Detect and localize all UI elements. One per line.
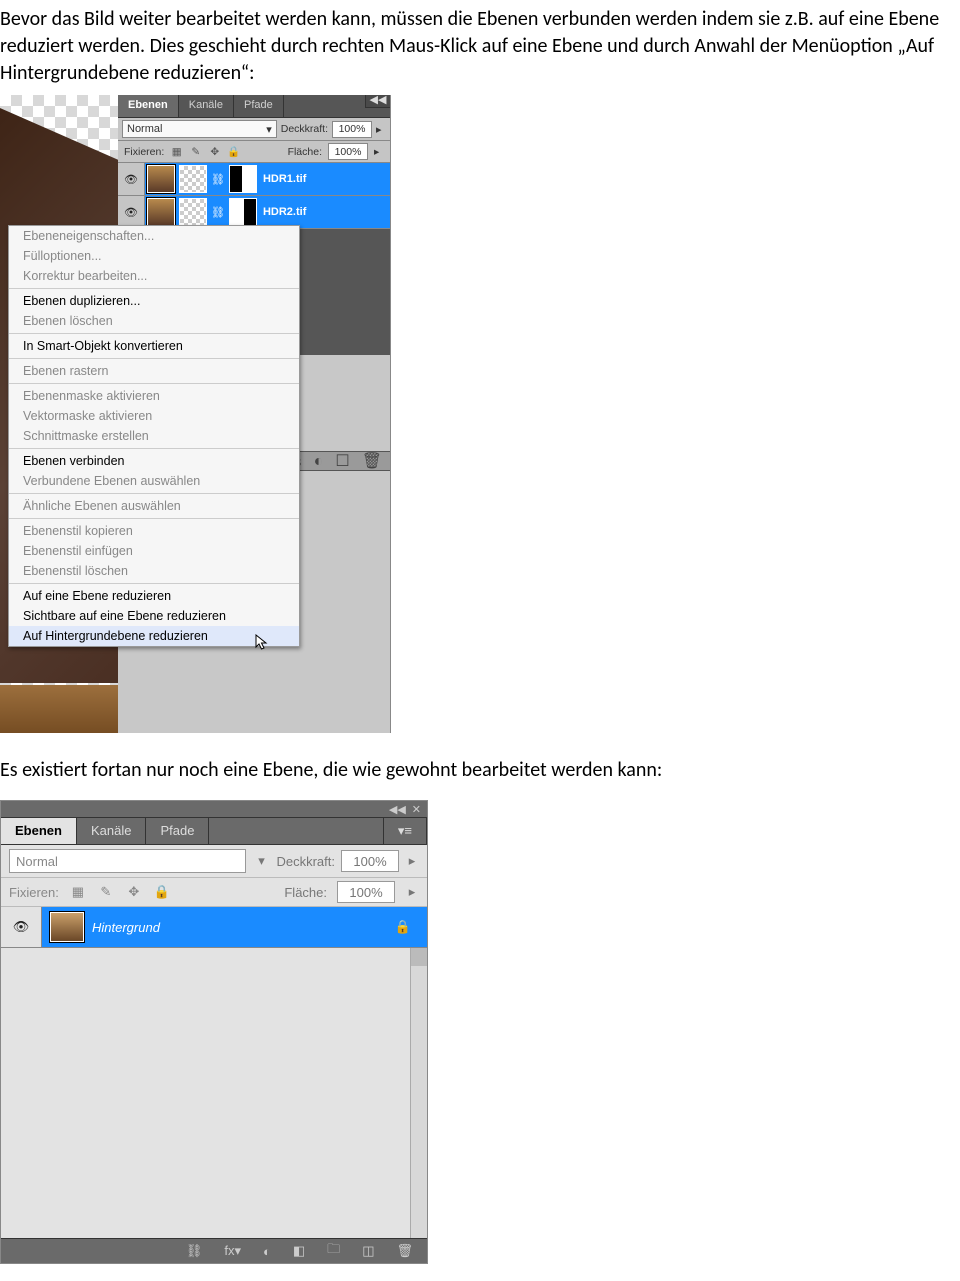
tab-channels[interactable]: Kanäle [77, 818, 146, 844]
folder-icon[interactable]: 🗀 [327, 1240, 340, 1262]
menu-item[interactable]: Ebenen rastern [9, 361, 299, 381]
trash-icon[interactable]: 🗑 [396, 1243, 413, 1259]
icon[interactable]: ☐ [335, 451, 349, 471]
chevron-down-icon[interactable]: ▾ [252, 853, 270, 869]
menu-item[interactable]: Ebenen verbinden [9, 451, 299, 471]
blend-mode-select[interactable]: Normal ▾ [122, 120, 277, 138]
link-icon: ⛓ [211, 206, 225, 219]
lock-all-icon[interactable]: 🔒 [153, 883, 171, 901]
fx-icon[interactable]: fx▾ [224, 1243, 241, 1259]
fill-input[interactable]: 100% [337, 881, 395, 903]
lock-transparency-icon[interactable]: ▦ [69, 883, 87, 901]
menu-item[interactable]: Sichtbare auf eine Ebene reduzieren [9, 606, 299, 626]
arrow-icon[interactable]: ▸ [405, 884, 419, 900]
visibility-toggle-icon[interactable]: 👁 [1, 907, 42, 947]
outro-paragraph: Es existiert fortan nur noch eine Ebene,… [0, 758, 960, 782]
layer-name[interactable]: Hintergrund [92, 920, 395, 935]
lock-position-icon[interactable]: ✥ [208, 145, 221, 158]
image-content-floor [0, 685, 118, 733]
layers-empty-area [1, 948, 427, 1238]
layer-row-background[interactable]: 👁 Hintergrund 🔒 [1, 907, 427, 948]
fill-arrow-icon[interactable]: ▸ [374, 146, 384, 158]
menu-item[interactable]: Ebenenmaske aktivieren [9, 386, 299, 406]
menu-item[interactable]: Ebenenstil einfügen [9, 541, 299, 561]
layer-name[interactable]: HDR1.tif [263, 173, 306, 185]
opacity-label: Deckkraft: [281, 123, 328, 135]
opacity-label: Deckkraft: [276, 854, 335, 869]
trash-icon[interactable]: 🗑 [362, 451, 382, 471]
icon[interactable]: ◐ [314, 452, 324, 471]
visibility-toggle-icon[interactable]: 👁 [118, 196, 145, 228]
scrollbar[interactable] [410, 948, 427, 1238]
layer-thumbnail[interactable] [50, 912, 84, 942]
adjustment-icon[interactable]: ◧ [293, 1243, 305, 1259]
lock-all-icon[interactable]: 🔒 [227, 145, 240, 158]
lock-position-icon[interactable]: ✥ [125, 883, 143, 901]
lock-label: Fixieren: [124, 146, 164, 158]
arrow-icon[interactable]: ▸ [405, 853, 419, 869]
collapse-panel-button[interactable]: ◀◀ [365, 95, 390, 108]
layer-thumbnail[interactable] [147, 165, 175, 193]
link-icon[interactable]: ⛓ [186, 1243, 203, 1259]
visibility-toggle-icon[interactable]: 👁 [118, 163, 145, 195]
panel-menu-icon[interactable]: ▾≡ [383, 818, 427, 844]
layer-alpha-thumb [179, 198, 207, 226]
fill-input[interactable]: 100% [328, 143, 368, 160]
link-icon: ⛓ [211, 173, 225, 186]
menu-item-label: Auf Hintergrundebene reduzieren [23, 629, 208, 643]
tab-paths[interactable]: Pfade [146, 818, 209, 844]
new-layer-icon[interactable]: ◫ [362, 1243, 374, 1259]
collapse-panel-icon[interactable]: ◀◀ [389, 803, 406, 816]
menu-item[interactable]: In Smart-Objekt konvertieren [9, 336, 299, 356]
tab-layers[interactable]: Ebenen [118, 95, 179, 117]
close-icon[interactable]: ✕ [412, 803, 421, 816]
layer-mask-thumb[interactable] [229, 198, 257, 226]
menu-item[interactable]: Ähnliche Ebenen auswählen [9, 496, 299, 516]
lock-transparency-icon[interactable]: ▦ [170, 145, 183, 158]
tab-layers[interactable]: Ebenen [1, 818, 77, 844]
layer-row[interactable]: 👁 ⛓ HDR1.tif [118, 163, 390, 196]
menu-item[interactable]: Auf eine Ebene reduzieren [9, 586, 299, 606]
chevron-down-icon: ▾ [266, 123, 272, 136]
tab-paths[interactable]: Pfade [234, 95, 284, 117]
lock-paint-icon[interactable]: ✎ [189, 145, 202, 158]
opacity-input[interactable]: 100% [341, 850, 399, 872]
layer-name[interactable]: HDR2.tif [263, 206, 306, 218]
lock-paint-icon[interactable]: ✎ [97, 883, 115, 901]
fill-label: Fläche: [288, 146, 322, 158]
menu-item[interactable]: Ebenenstil löschen [9, 561, 299, 581]
intro-paragraph: Bevor das Bild weiter bearbeitet werden … [0, 6, 960, 87]
blend-mode-value: Normal [16, 854, 58, 869]
blend-mode-select[interactable]: Normal [9, 849, 246, 873]
layer-mask-thumb[interactable] [229, 165, 257, 193]
layer-context-menu: Ebeneneigenschaften... Fülloptionen... K… [8, 225, 300, 647]
opacity-input[interactable]: 100% [332, 121, 372, 138]
menu-item[interactable]: Fülloptionen... [9, 246, 299, 266]
menu-item[interactable]: Ebeneneigenschaften... [9, 226, 299, 246]
blend-mode-value: Normal [127, 123, 162, 135]
opacity-arrow-icon[interactable]: ▸ [376, 123, 386, 136]
mask-icon[interactable]: ◐ [263, 1244, 271, 1259]
layer-alpha-thumb [179, 165, 207, 193]
menu-item[interactable]: Vektormaske aktivieren [9, 406, 299, 426]
lock-icon: 🔒 [395, 919, 411, 935]
tab-channels[interactable]: Kanäle [179, 95, 234, 117]
lock-label: Fixieren: [9, 885, 59, 900]
menu-item[interactable]: Ebenen duplizieren... [9, 291, 299, 311]
layer-thumbnail[interactable] [147, 198, 175, 226]
panel-footer: ⛓ fx▾ ◐ ◧ 🗀 ◫ 🗑 [1, 1238, 427, 1263]
fill-label: Fläche: [284, 885, 327, 900]
menu-item[interactable]: Verbundene Ebenen auswählen [9, 471, 299, 491]
menu-item[interactable]: Ebenenstil kopieren [9, 521, 299, 541]
menu-item[interactable]: Ebenen löschen [9, 311, 299, 331]
menu-item[interactable]: Korrektur bearbeiten... [9, 266, 299, 286]
menu-item-flatten[interactable]: Auf Hintergrundebene reduzieren [9, 626, 299, 646]
menu-item[interactable]: Schnittmaske erstellen [9, 426, 299, 446]
screenshot-2: ◀◀ ✕ Ebenen Kanäle Pfade ▾≡ Normal ▾ Dec… [0, 800, 428, 1264]
screenshot-1: ◀◀ Ebenen Kanäle Pfade Normal ▾ Deckkraf… [0, 95, 391, 733]
